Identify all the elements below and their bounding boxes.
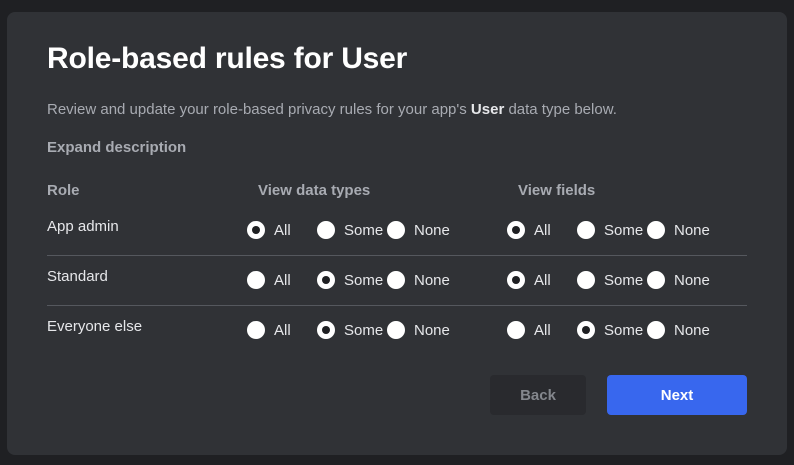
radio-button-icon[interactable] xyxy=(577,321,595,339)
radio-button-icon[interactable] xyxy=(387,271,405,289)
radio-option-label: Some xyxy=(344,321,384,339)
view-data-types-some-option[interactable]: Some xyxy=(317,271,383,289)
radio-option-label: All xyxy=(274,271,291,289)
radio-button-icon[interactable] xyxy=(387,221,405,239)
header-view-fields: View fields xyxy=(518,182,596,199)
description-type-name: User xyxy=(470,101,505,118)
view-fields-none-option[interactable]: None xyxy=(647,221,710,239)
expand-description-link[interactable]: Expand description xyxy=(47,139,186,156)
radio-option-label: None xyxy=(414,221,450,239)
radio-button-icon[interactable] xyxy=(247,321,265,339)
view-fields-all-option[interactable]: All xyxy=(507,321,551,339)
radio-option-label: Some xyxy=(344,271,384,289)
view-fields-none-option[interactable]: None xyxy=(647,271,710,289)
view-data-types-some-option[interactable]: Some xyxy=(317,221,383,239)
view-data-types-all-option[interactable]: All xyxy=(247,321,291,339)
radio-button-icon[interactable] xyxy=(577,221,595,239)
radio-option-label: Some xyxy=(604,221,644,239)
role-name: Standard xyxy=(47,268,108,285)
view-fields-some-option[interactable]: Some xyxy=(577,221,643,239)
radio-button-icon[interactable] xyxy=(317,271,335,289)
role-name: Everyone else xyxy=(47,318,143,335)
view-fields-some-option[interactable]: Some xyxy=(577,321,643,339)
radio-button-icon[interactable] xyxy=(647,271,665,289)
radio-option-label: All xyxy=(534,271,551,289)
radio-option-label: All xyxy=(534,321,551,339)
radio-option-label: Some xyxy=(344,221,384,239)
radio-button-icon[interactable] xyxy=(387,321,405,339)
view-data-types-none-option[interactable]: None xyxy=(387,271,450,289)
radio-button-icon[interactable] xyxy=(317,221,335,239)
radio-option-label: None xyxy=(414,321,450,339)
radio-button-icon[interactable] xyxy=(507,321,525,339)
role-name: App admin xyxy=(47,218,119,235)
radio-option-label: Some xyxy=(604,321,644,339)
dialog-title: Role-based rules for User xyxy=(47,42,408,75)
back-button[interactable]: Back xyxy=(490,375,586,415)
radio-option-label: Some xyxy=(604,271,644,289)
description-prefix: Review and update your role-based privac… xyxy=(47,101,471,118)
privacy-rules-dialog: Role-based rules for User Review and upd… xyxy=(7,12,787,455)
view-fields-none-option[interactable]: None xyxy=(647,321,710,339)
radio-button-icon[interactable] xyxy=(507,221,525,239)
radio-button-icon[interactable] xyxy=(247,221,265,239)
radio-button-icon[interactable] xyxy=(317,321,335,339)
radio-option-label: None xyxy=(674,221,710,239)
radio-button-icon[interactable] xyxy=(647,221,665,239)
view-fields-all-option[interactable]: All xyxy=(507,271,551,289)
view-data-types-none-option[interactable]: None xyxy=(387,221,450,239)
view-fields-some-option[interactable]: Some xyxy=(577,271,643,289)
radio-button-icon[interactable] xyxy=(507,271,525,289)
radio-option-label: All xyxy=(274,221,291,239)
radio-button-icon[interactable] xyxy=(247,271,265,289)
next-button[interactable]: Next xyxy=(607,375,747,415)
radio-option-label: None xyxy=(674,321,710,339)
table-row: Everyone else All Some None All Some None xyxy=(47,305,747,355)
radio-option-label: All xyxy=(274,321,291,339)
dialog-description: Review and update your role-based privac… xyxy=(47,101,617,118)
radio-button-icon[interactable] xyxy=(577,271,595,289)
radio-option-label: None xyxy=(414,271,450,289)
header-view-data-types: View data types xyxy=(258,182,371,199)
header-role: Role xyxy=(47,182,80,199)
table-row: Standard All Some None All Some None xyxy=(47,255,747,306)
description-suffix: data type below. xyxy=(504,101,617,118)
radio-option-label: None xyxy=(674,271,710,289)
view-data-types-none-option[interactable]: None xyxy=(387,321,450,339)
view-fields-all-option[interactable]: All xyxy=(507,221,551,239)
radio-option-label: All xyxy=(534,221,551,239)
view-data-types-all-option[interactable]: All xyxy=(247,221,291,239)
view-data-types-some-option[interactable]: Some xyxy=(317,321,383,339)
view-data-types-all-option[interactable]: All xyxy=(247,271,291,289)
radio-button-icon[interactable] xyxy=(647,321,665,339)
table-row: App admin All Some None All Some None xyxy=(47,205,747,256)
